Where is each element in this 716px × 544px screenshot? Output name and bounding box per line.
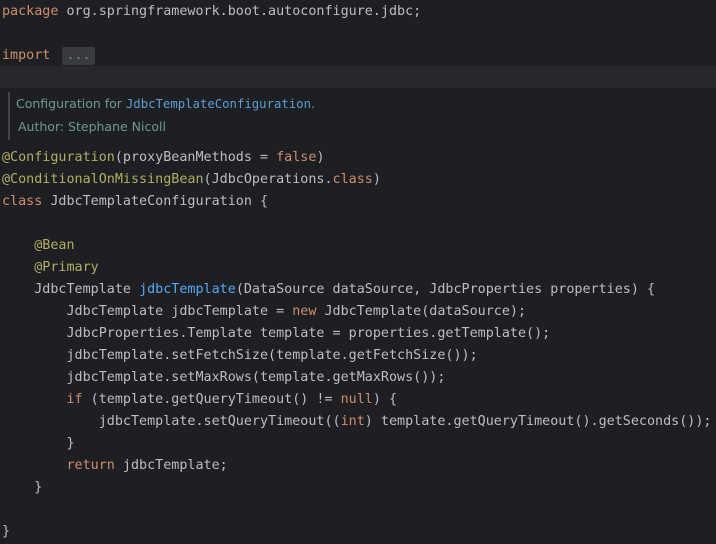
keyword-new: new [292,304,317,319]
doc-comment-bar [8,92,10,140]
doc-comment-header-band [0,66,716,88]
doc-text-prefix: Configuration for [16,96,126,111]
doc-author: Author: Stephane Nicoll [18,119,166,134]
code-line-if-close: } [66,436,75,451]
import-fold-toggle[interactable]: ... [62,47,95,65]
keyword-null: null [340,392,373,407]
code-line-2: JdbcProperties.Template template = prope… [66,326,551,341]
configuration-args-close: ) [316,150,325,165]
configuration-args: (proxyBeanMethods = [114,150,277,165]
keyword-package: package [2,4,59,19]
package-name: org.springframework.boot.autoconfigure.j… [58,4,422,19]
keyword-int: int [340,414,365,429]
rendered-doc-comment: Configuration for JdbcTemplateConfigurat… [0,88,716,144]
keyword-return: return [66,458,115,473]
method-params: (DataSource dataSource, JdbcProperties p… [235,282,656,297]
code-line-method-signature: JdbcTemplate jdbcTemplate(DataSource dat… [2,279,655,301]
code-line-3: jdbcTemplate.setFetchSize(template.getFe… [66,348,478,363]
code-line-set-query-timeout: jdbcTemplate.setQueryTimeout((int) templ… [98,414,712,429]
conditional-args-close: ) [372,172,381,187]
annotation-primary: @Primary [34,260,99,275]
code-line-import: import ... [2,45,95,67]
conditional-args: (JdbcOperations. [203,172,333,187]
code-line-method-close: } [34,480,43,495]
code-line-return: return jdbcTemplate; [66,458,228,473]
doc-text-suffix: . [311,96,315,111]
keyword-class-literal: class [332,172,373,187]
code-line-package: package org.springframework.boot.autocon… [2,1,421,23]
code-line-class-close: } [2,524,11,539]
code-line-conditional: @ConditionalOnMissingBean(JdbcOperations… [2,169,381,191]
doc-link[interactable]: JdbcTemplateConfiguration [126,97,311,111]
method-return-type: JdbcTemplate [34,282,140,297]
keyword-import: import [2,48,51,63]
code-line-1: JdbcTemplate jdbcTemplate = new JdbcTemp… [66,304,527,319]
keyword-false: false [276,150,317,165]
code-line-configuration: @Configuration(proxyBeanMethods = false) [2,147,325,169]
keyword-class: class [2,194,43,209]
code-line-class-declaration: class JdbcTemplateConfiguration { [2,191,268,213]
method-name: jdbcTemplate [139,282,236,297]
annotation-configuration: @Configuration [2,150,115,165]
class-name: JdbcTemplateConfiguration { [42,194,269,209]
annotation-conditional-on-missing-bean: @ConditionalOnMissingBean [2,172,204,187]
code-line-primary: @Primary [2,257,99,279]
code-line-4: jdbcTemplate.setMaxRows(template.getMaxR… [66,370,446,385]
keyword-if: if [66,392,83,407]
doc-description: Configuration for JdbcTemplateConfigurat… [16,93,315,115]
annotation-bean: @Bean [34,238,75,253]
code-editor[interactable]: package org.springframework.boot.autocon… [0,0,716,544]
code-line-if: if (template.getQueryTimeout() != null) … [66,392,398,407]
code-line-bean: @Bean [2,235,75,257]
